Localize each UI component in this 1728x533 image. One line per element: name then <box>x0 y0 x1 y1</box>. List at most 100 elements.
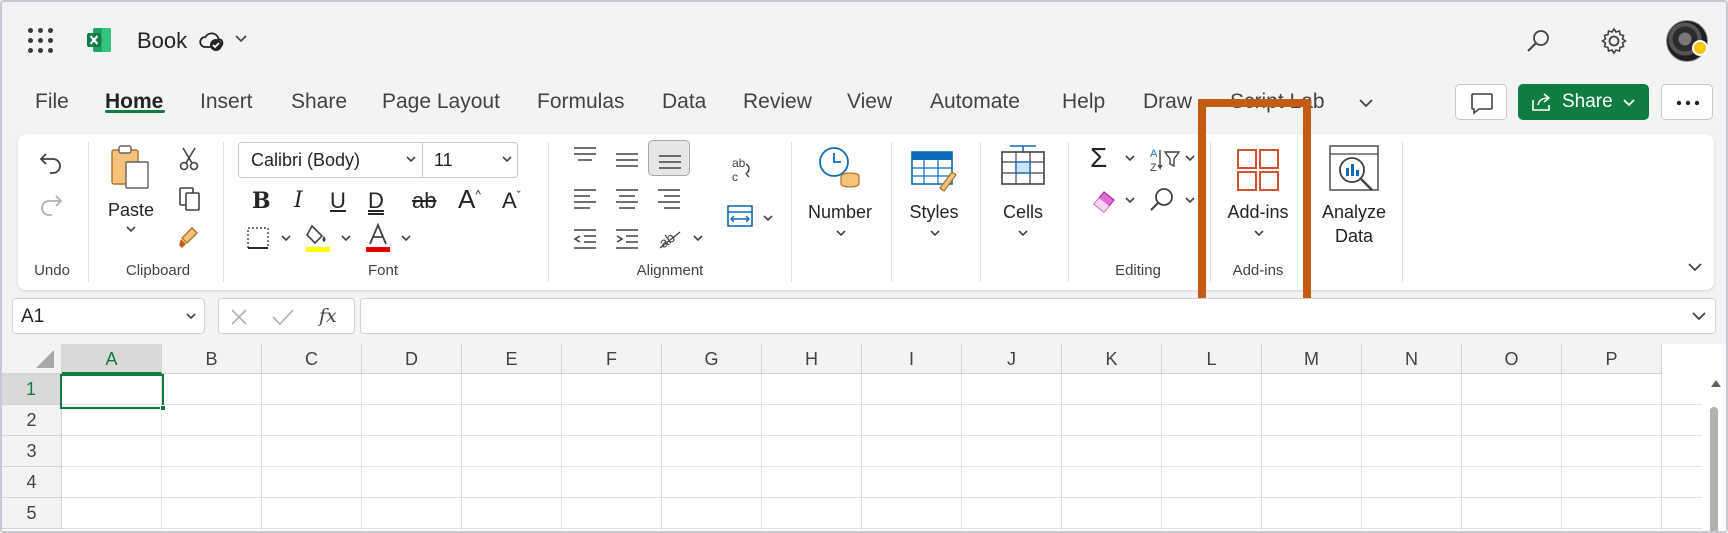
tab-file[interactable]: File <box>35 90 69 114</box>
chevron-down-icon[interactable] <box>405 155 417 165</box>
number-label[interactable]: Number <box>804 202 876 223</box>
app-launcher-icon[interactable] <box>28 28 54 54</box>
select-all-button[interactable] <box>2 344 62 374</box>
column-header[interactable]: I <box>862 344 962 374</box>
borders-icon[interactable] <box>246 226 270 250</box>
double-underline-icon[interactable]: D <box>368 188 384 214</box>
column-header[interactable]: J <box>962 344 1062 374</box>
chevron-down-icon[interactable] <box>928 228 942 240</box>
fill-handle[interactable] <box>160 405 166 411</box>
autosum-icon[interactable]: Σ <box>1090 142 1107 174</box>
comments-button[interactable] <box>1455 84 1507 120</box>
chevron-down-icon[interactable] <box>400 234 412 244</box>
decrease-indent-icon[interactable] <box>572 228 598 250</box>
tab-review[interactable]: Review <box>743 90 812 114</box>
format-painter-icon[interactable] <box>178 224 202 250</box>
row-header[interactable]: 5 <box>2 498 62 529</box>
tab-automate[interactable]: Automate <box>930 90 1020 114</box>
chevron-down-icon[interactable] <box>234 32 248 46</box>
gear-icon[interactable] <box>1599 26 1629 56</box>
chevron-down-icon[interactable] <box>762 214 774 224</box>
column-header[interactable]: P <box>1562 344 1662 374</box>
decrease-font-size-icon[interactable]: Aˇ <box>502 188 521 214</box>
analyze-data-label-line1[interactable]: Analyze <box>1320 202 1388 223</box>
chevron-down-icon[interactable] <box>1016 228 1030 240</box>
undo-icon[interactable] <box>38 150 64 174</box>
column-header[interactable]: D <box>362 344 462 374</box>
scrollbar-thumb[interactable] <box>1710 407 1718 531</box>
cut-icon[interactable] <box>178 146 200 172</box>
increase-indent-icon[interactable] <box>614 228 640 250</box>
cancel-icon[interactable] <box>229 307 249 327</box>
chevron-down-icon[interactable] <box>1184 196 1196 206</box>
align-middle-icon[interactable] <box>614 150 640 172</box>
cloud-saved-icon[interactable] <box>198 29 226 53</box>
chevron-down-icon[interactable] <box>692 234 704 244</box>
chevron-down-icon[interactable] <box>280 234 292 244</box>
tab-draw[interactable]: Draw <box>1143 90 1192 114</box>
tab-help[interactable]: Help <box>1062 90 1105 114</box>
font-name-value[interactable]: Calibri (Body) <box>251 150 360 171</box>
column-header[interactable]: M <box>1262 344 1362 374</box>
tab-insert[interactable]: Insert <box>200 90 253 114</box>
row-header[interactable]: 1 <box>2 374 62 405</box>
tab-view[interactable]: View <box>847 90 892 114</box>
align-center-icon[interactable] <box>614 188 640 210</box>
tab-share[interactable]: Share <box>291 90 347 114</box>
orientation-icon[interactable]: ab <box>656 226 684 250</box>
column-header[interactable]: B <box>162 344 262 374</box>
paste-label[interactable]: Paste <box>108 200 154 221</box>
more-tabs-chevron-icon[interactable] <box>1357 94 1375 112</box>
row-header[interactable]: 3 <box>2 436 62 467</box>
cell-area[interactable] <box>62 374 1702 531</box>
align-left-icon[interactable] <box>572 188 598 210</box>
chevron-down-icon[interactable] <box>834 228 848 240</box>
column-header[interactable]: N <box>1362 344 1462 374</box>
align-bottom-button[interactable] <box>648 140 690 176</box>
column-header[interactable]: C <box>262 344 362 374</box>
enter-check-icon[interactable] <box>271 307 295 327</box>
analyze-data-label-line2[interactable]: Data <box>1320 226 1388 247</box>
formula-input[interactable] <box>360 298 1716 334</box>
column-header[interactable]: H <box>762 344 862 374</box>
cells-label[interactable]: Cells <box>998 202 1048 223</box>
merge-center-icon[interactable] <box>726 204 754 228</box>
paste-icon[interactable] <box>110 144 150 190</box>
strikethrough-icon[interactable]: ab <box>412 188 436 214</box>
chevron-down-icon[interactable] <box>185 312 197 322</box>
share-button[interactable]: Share <box>1518 84 1649 120</box>
column-header[interactable]: O <box>1462 344 1562 374</box>
row-header[interactable]: 2 <box>2 405 62 436</box>
active-cell-a1[interactable] <box>60 374 164 409</box>
scroll-up-icon[interactable] <box>1710 378 1722 388</box>
chevron-down-icon[interactable] <box>124 224 138 236</box>
chevron-down-icon[interactable] <box>1184 154 1196 164</box>
cells-icon[interactable] <box>1000 144 1046 186</box>
clear-eraser-icon[interactable] <box>1090 188 1118 214</box>
name-box[interactable]: A1 <box>12 298 205 334</box>
copy-icon[interactable] <box>178 186 202 212</box>
chevron-down-icon[interactable] <box>1124 196 1136 206</box>
column-header[interactable]: E <box>462 344 562 374</box>
redo-icon[interactable] <box>38 192 64 216</box>
row-header[interactable]: 4 <box>2 467 62 498</box>
chevron-down-icon[interactable] <box>501 155 513 165</box>
italic-icon[interactable]: I <box>294 188 303 213</box>
column-header[interactable]: K <box>1062 344 1162 374</box>
font-selector[interactable]: Calibri (Body) 11 <box>238 142 518 178</box>
bold-icon[interactable]: B <box>252 188 271 214</box>
name-box-value[interactable]: A1 <box>21 306 44 328</box>
fill-color-icon[interactable] <box>304 222 332 254</box>
sort-filter-icon[interactable]: A Z <box>1148 146 1182 174</box>
styles-label[interactable]: Styles <box>906 202 962 223</box>
tab-page-layout[interactable]: Page Layout <box>382 90 500 114</box>
column-header[interactable]: L <box>1162 344 1262 374</box>
expand-formula-bar-icon[interactable] <box>1691 310 1707 322</box>
insert-function-icon[interactable]: fx <box>319 305 337 327</box>
number-format-icon[interactable] <box>816 146 862 190</box>
align-top-icon[interactable] <box>572 146 598 168</box>
analyze-data-icon[interactable] <box>1328 144 1380 196</box>
find-icon[interactable] <box>1148 186 1176 214</box>
document-title[interactable]: Book <box>137 28 187 54</box>
align-right-icon[interactable] <box>656 188 682 210</box>
